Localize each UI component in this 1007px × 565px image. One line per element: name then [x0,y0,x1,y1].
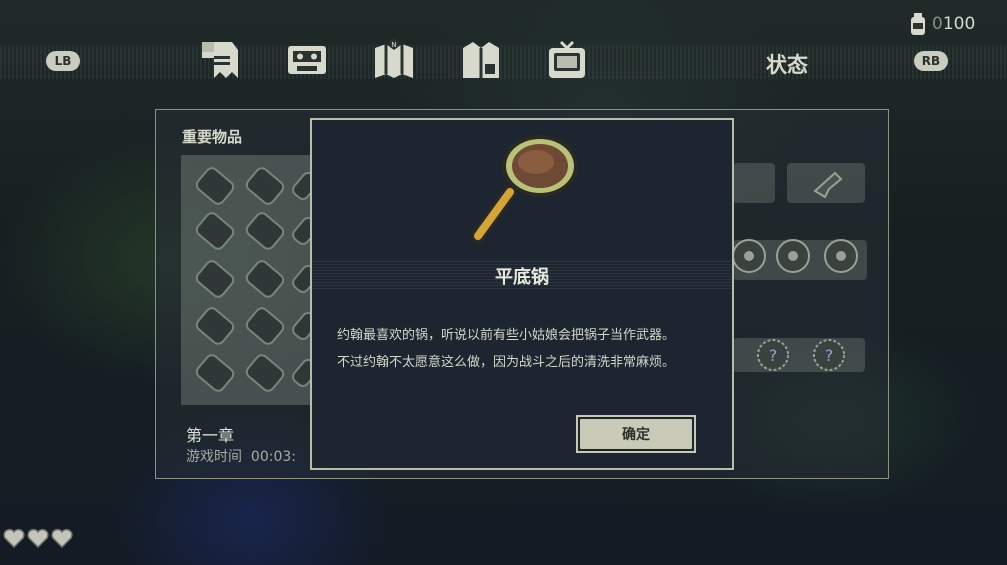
disc-icon [732,239,766,273]
currency-counter: 0100 [910,13,975,35]
scroll-icon [202,42,238,78]
grid-slot[interactable] [242,209,288,253]
confirm-button[interactable]: 确定 [576,415,696,453]
gun-icon [813,171,843,199]
rb-button[interactable]: RB [914,51,948,71]
heart-icon [51,528,73,548]
grid-slot[interactable] [242,351,288,395]
item-slot[interactable] [733,163,775,203]
description-line: 约翰最喜欢的锅，听说以前有些小姑娘会把锅子当作武器。 [337,328,676,343]
unknown-item-icon: ? [813,339,845,371]
grid-slot[interactable] [192,209,238,253]
currency-count: 0100 [932,14,976,34]
chapter-label: 第一章 [186,426,235,445]
item-slot-row [732,239,867,280]
lives-indicator [3,528,73,548]
lb-button[interactable]: LB [46,51,80,71]
grid-slot[interactable] [192,304,238,348]
item-description: 约翰最喜欢的锅，听说以前有些小姑娘会把锅子当作武器。 不过约翰不太愿意这么做，因… [337,322,717,376]
svg-text:?: ? [825,346,834,365]
bottle-icon [911,13,925,35]
disc-icon [824,239,858,273]
heart-icon [27,528,49,548]
tv-icon [549,40,585,78]
grid-slot[interactable] [242,304,288,348]
tab-important-items[interactable] [198,38,242,82]
unknown-item-icon: ? [757,339,789,371]
jacket-icon [463,42,499,78]
disc-icon [776,239,810,273]
tab-equipment[interactable] [459,38,503,82]
grid-slot[interactable] [242,257,288,301]
grid-slot[interactable] [242,164,288,208]
confirm-button-label: 确定 [580,419,692,449]
item-slot-row: ? ? [733,338,865,372]
description-line: 不过约翰不太愿意这么做，因为战斗之后的清洗非常麻烦。 [337,355,676,370]
panel-title: 重要物品 [182,128,243,146]
items-grid [181,155,322,405]
svg-text:?: ? [769,346,778,365]
tab-map[interactable]: N [372,38,416,82]
top-tab-bar [0,45,1007,79]
section-title: 状态 [766,53,808,77]
heart-icon [3,528,25,548]
grid-slot[interactable] [192,257,238,301]
frying-pan-icon [471,135,578,243]
tab-cassettes[interactable] [285,38,329,82]
grid-slot[interactable] [192,164,238,208]
playtime: 游戏时间 00:03: [186,449,296,465]
grid-slot[interactable] [192,351,238,395]
tab-tv[interactable] [545,38,589,82]
item-slot[interactable] [787,163,865,203]
cassette-icon [288,46,326,74]
map-icon: N [375,39,413,78]
svg-text:N: N [391,41,396,49]
item-name: 平底锅 [495,267,549,288]
